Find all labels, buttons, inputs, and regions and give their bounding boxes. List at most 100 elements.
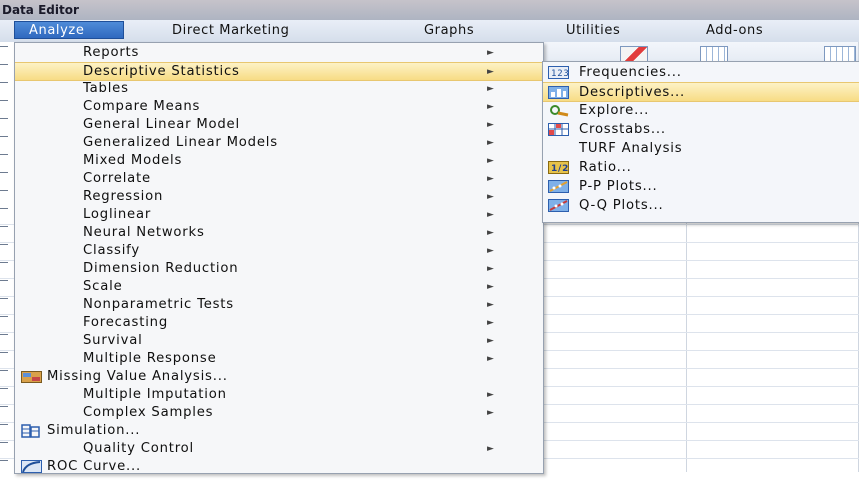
menu-item-label: Mixed Models (83, 153, 183, 168)
submenu-item-label: P-P Plots... (579, 179, 658, 194)
grid-edge-tick (0, 190, 8, 191)
submenu-arrow-icon: ► (487, 318, 495, 328)
menu-item-survival[interactable]: Survival ► (15, 332, 543, 350)
grid-edge-tick (0, 370, 8, 371)
menu-item-label: Missing Value Analysis... (47, 369, 228, 384)
svg-text:123: 123 (551, 69, 570, 79)
submenu-item-frequencies[interactable]: 123 Frequencies... (543, 63, 859, 82)
submenu-item-turf-analysis[interactable]: TURF Analysis (543, 139, 859, 158)
grid-edge-tick (0, 64, 8, 65)
menu-item-neural-networks[interactable]: Neural Networks ► (15, 224, 543, 242)
menu-item-label: Reports (83, 45, 140, 60)
grid-edge-tick (0, 316, 8, 317)
qq-plots-icon (548, 199, 570, 212)
menu-item-roc-curve[interactable]: ROC Curve... (15, 458, 543, 476)
grid-edge-tick (0, 244, 8, 245)
submenu-arrow-icon: ► (487, 67, 495, 77)
menu-item-tables[interactable]: Tables ► (15, 80, 543, 98)
menu-item-classify[interactable]: Classify ► (15, 242, 543, 260)
menu-add-ons[interactable]: Add-ons (706, 22, 763, 40)
menu-item-label: Regression (83, 189, 164, 204)
menu-graphs[interactable]: Graphs (424, 22, 474, 40)
grid-edge-tick (0, 262, 8, 263)
menu-item-descriptive-statistics[interactable]: Descriptive Statistics ► (15, 62, 543, 81)
menu-item-label: Forecasting (83, 315, 168, 330)
menu-item-label: Complex Samples (83, 405, 214, 420)
submenu-arrow-icon: ► (487, 354, 495, 364)
grid-edge-tick (0, 46, 8, 47)
ratio-icon: 1/2 (548, 161, 570, 174)
window-title: Data Editor (2, 3, 79, 17)
submenu-item-ratio[interactable]: 1/2 Ratio... (543, 158, 859, 177)
menu-item-general-linear-model[interactable]: General Linear Model ► (15, 116, 543, 134)
menu-item-mixed-models[interactable]: Mixed Models ► (15, 152, 543, 170)
menu-item-label: Compare Means (83, 99, 201, 114)
grid-edge-tick (0, 442, 8, 443)
descriptive-statistics-submenu: 123 Frequencies... Descriptives... Explo… (542, 61, 859, 223)
menu-analyze-label: Analyze (29, 23, 85, 38)
menu-item-label: Correlate (83, 171, 151, 186)
grid-edge-tick (0, 208, 8, 209)
grid-edge-tick (0, 424, 8, 425)
menu-analyze[interactable]: Analyze (14, 21, 124, 39)
menu-item-label: Multiple Imputation (83, 387, 227, 402)
submenu-arrow-icon: ► (487, 210, 495, 220)
grid-edge-tick (0, 406, 8, 407)
menu-item-simulation[interactable]: Simulation... (15, 422, 543, 440)
menu-item-compare-means[interactable]: Compare Means ► (15, 98, 543, 116)
menu-item-loglinear[interactable]: Loglinear ► (15, 206, 543, 224)
submenu-arrow-icon: ► (487, 246, 495, 256)
menu-item-complex-samples[interactable]: Complex Samples ► (15, 404, 543, 422)
menu-item-nonparametric-tests[interactable]: Nonparametric Tests ► (15, 296, 543, 314)
analyze-menu: Reports ► Descriptive Statistics ► Table… (14, 42, 544, 474)
submenu-item-descriptives[interactable]: Descriptives... (543, 82, 859, 102)
submenu-item-label: Crosstabs... (579, 122, 666, 137)
menu-item-label: Generalized Linear Models (83, 135, 278, 150)
menu-item-label: Descriptive Statistics (83, 64, 240, 79)
grid-edge-tick (0, 280, 8, 281)
menu-item-label: Neural Networks (83, 225, 205, 240)
submenu-arrow-icon: ► (487, 228, 495, 238)
menu-item-label: Multiple Response (83, 351, 217, 366)
submenu-item-explore[interactable]: Explore... (543, 101, 859, 120)
submenu-item-crosstabs[interactable]: Crosstabs... (543, 120, 859, 139)
menu-item-scale[interactable]: Scale ► (15, 278, 543, 296)
submenu-arrow-icon: ► (487, 444, 495, 454)
pp-plots-icon (548, 180, 570, 193)
submenu-arrow-icon: ► (487, 156, 495, 166)
crosstabs-icon (548, 123, 570, 136)
menu-item-generalized-linear-models[interactable]: Generalized Linear Models ► (15, 134, 543, 152)
menu-item-dimension-reduction[interactable]: Dimension Reduction ► (15, 260, 543, 278)
menu-item-label: General Linear Model (83, 117, 240, 132)
submenu-item-label: Q-Q Plots... (579, 198, 664, 213)
submenu-item-label: Descriptives... (579, 85, 686, 100)
menu-item-label: Tables (83, 81, 129, 96)
grid-edge-tick (0, 226, 8, 227)
menu-item-correlate[interactable]: Correlate ► (15, 170, 543, 188)
submenu-arrow-icon: ► (487, 408, 495, 418)
simulation-icon (21, 424, 41, 438)
menu-item-missing-value-analysis[interactable]: Missing Value Analysis... (15, 368, 543, 386)
title-bar: Data Editor (0, 0, 859, 20)
menu-item-forecasting[interactable]: Forecasting ► (15, 314, 543, 332)
submenu-arrow-icon: ► (487, 282, 495, 292)
menu-item-reports[interactable]: Reports ► (15, 44, 543, 62)
svg-text:1/2: 1/2 (551, 164, 569, 174)
menu-direct-marketing[interactable]: Direct Marketing (172, 22, 289, 40)
menu-item-regression[interactable]: Regression ► (15, 188, 543, 206)
menu-item-label: Classify (83, 243, 140, 258)
menu-item-quality-control[interactable]: Quality Control ► (15, 440, 543, 458)
menu-utilities[interactable]: Utilities (566, 22, 620, 40)
submenu-arrow-icon: ► (487, 120, 495, 130)
menu-item-label: Simulation... (47, 423, 141, 438)
grid-edge-tick (0, 334, 8, 335)
grid-edge-tick (0, 100, 8, 101)
grid-edge-tick (0, 172, 8, 173)
menu-item-multiple-imputation[interactable]: Multiple Imputation ► (15, 386, 543, 404)
submenu-arrow-icon: ► (487, 264, 495, 274)
grid-edge-tick (0, 460, 8, 461)
menu-item-multiple-response[interactable]: Multiple Response ► (15, 350, 543, 368)
grid-edge-tick (0, 82, 8, 83)
submenu-item-pp-plots[interactable]: P-P Plots... (543, 177, 859, 196)
submenu-item-qq-plots[interactable]: Q-Q Plots... (543, 196, 859, 215)
